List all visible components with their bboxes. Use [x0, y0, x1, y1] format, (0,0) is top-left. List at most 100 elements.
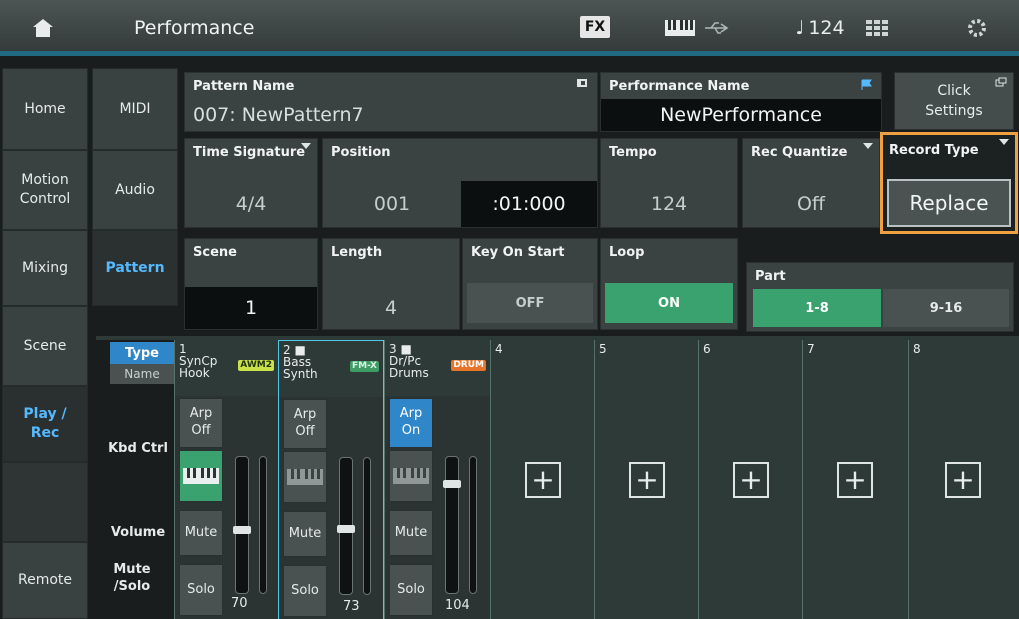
plus-icon: +: [635, 463, 659, 496]
subnav-midi[interactable]: MIDI: [92, 68, 178, 150]
position-beat[interactable]: :01:000: [461, 181, 597, 227]
edit-icon: [577, 79, 587, 87]
volume-meter: [363, 457, 371, 595]
pattern-name-field[interactable]: Pattern Name 007: NewPattern7: [184, 72, 598, 132]
subnav-pattern[interactable]: Pattern: [92, 230, 178, 306]
part-tab-9-16[interactable]: 9-16: [883, 289, 1009, 327]
part-column-7: 7 +: [802, 340, 908, 619]
part-number: 6: [703, 342, 711, 356]
tempo-value: 124: [808, 17, 845, 39]
mute-solo-label: Mute /Solo: [113, 562, 151, 594]
add-part-button[interactable]: +: [945, 462, 981, 498]
plus-icon: +: [951, 463, 975, 496]
length-label: Length: [331, 245, 383, 260]
fx-button[interactable]: FX: [580, 16, 610, 38]
loop-toggle[interactable]: ON: [605, 283, 733, 323]
part-header-2[interactable]: 2 ■ Bass Synth FM-X: [279, 341, 383, 397]
nav-mixing[interactable]: Mixing: [2, 230, 88, 306]
mute-button[interactable]: Mute: [283, 511, 327, 557]
slider-thumb[interactable]: [233, 526, 251, 534]
plus-icon: +: [843, 463, 867, 496]
slider-thumb[interactable]: [443, 480, 461, 488]
home-icon[interactable]: [8, 0, 78, 56]
subnav-audio[interactable]: Audio: [92, 150, 178, 230]
add-part-button[interactable]: +: [525, 462, 561, 498]
part-selector: Part 1-8 9-16: [746, 262, 1014, 332]
dropdown-corner-icon: [999, 139, 1009, 145]
kbd-ctrl-toggle[interactable]: [389, 450, 433, 502]
pattern-name-value: 007: NewPattern7: [193, 104, 364, 126]
performance-name-value: NewPerformance: [601, 99, 881, 131]
nav-play-rec[interactable]: Play / Rec: [2, 386, 88, 462]
solo-button[interactable]: Solo: [179, 564, 223, 616]
note-icon: ♩: [795, 17, 805, 39]
add-part-button[interactable]: +: [629, 462, 665, 498]
kbd-ctrl-toggle[interactable]: [283, 451, 327, 503]
volume-value: 70: [231, 596, 248, 611]
part-column-4: 4 +: [490, 340, 594, 619]
tempo-readout[interactable]: ♩ 124: [775, 0, 865, 56]
solo-button[interactable]: Solo: [283, 565, 327, 617]
flag-icon: [861, 79, 872, 90]
part-label: Part: [755, 269, 786, 284]
plus-icon: +: [531, 463, 555, 496]
position-field[interactable]: Position 001 :01:000: [322, 138, 598, 228]
arp-toggle[interactable]: Arp Off: [283, 399, 327, 449]
grid-icon[interactable]: [862, 0, 892, 56]
slider-thumb[interactable]: [337, 525, 355, 533]
tempo-field[interactable]: Tempo 124: [600, 138, 738, 228]
performance-name-field[interactable]: Performance Name NewPerformance: [600, 72, 882, 132]
kbd-ctrl-label: Kbd Ctrl: [108, 441, 168, 456]
performance-name-label: Performance Name: [609, 79, 750, 94]
scene-field[interactable]: Scene 1: [184, 238, 318, 330]
name-option[interactable]: Name: [110, 364, 174, 384]
key-on-start-toggle[interactable]: OFF: [467, 283, 593, 323]
tempo-label: Tempo: [609, 145, 657, 160]
rec-quantize-field[interactable]: Rec Quantize Off: [742, 138, 880, 228]
solo-button[interactable]: Solo: [389, 564, 433, 616]
part-name: Bass Synth: [283, 355, 318, 381]
nav-motion-control[interactable]: Motion Control: [2, 150, 88, 230]
part-number: 5: [599, 342, 607, 356]
volume-slider[interactable]: [233, 456, 251, 594]
loop-field[interactable]: Loop ON: [600, 238, 738, 330]
top-bar: Performance FX ♩ 124: [0, 0, 1019, 56]
part-tab-1-8[interactable]: 1-8: [753, 289, 881, 327]
kbd-ctrl-toggle[interactable]: [179, 450, 223, 502]
add-part-button[interactable]: +: [837, 462, 873, 498]
part-column-5: 5 +: [594, 340, 698, 619]
length-field[interactable]: Length 4: [322, 238, 460, 330]
volume-meter: [469, 456, 477, 594]
volume-slider[interactable]: [337, 457, 355, 595]
part-header-1[interactable]: 1 SynCp Hook AWM2: [175, 340, 278, 396]
add-part-button[interactable]: +: [733, 462, 769, 498]
part-column-1: 1 SynCp Hook AWM2 Arp Off Mute Solo 70: [174, 340, 278, 619]
usb-icon: [700, 0, 734, 56]
part-column-8: 8 +: [908, 340, 1019, 619]
click-settings-label: Click Settings: [925, 82, 983, 119]
length-value: 4: [384, 297, 398, 319]
gear-icon[interactable]: [962, 0, 992, 56]
key-on-start-field[interactable]: Key On Start OFF: [462, 238, 598, 330]
arp-toggle[interactable]: Arp On: [389, 398, 433, 448]
mute-button[interactable]: Mute: [179, 510, 223, 556]
time-signature-label: Time Signature: [193, 145, 306, 160]
nav-home[interactable]: Home: [2, 68, 88, 150]
volume-slider[interactable]: [443, 456, 461, 594]
record-type-value: Replace: [887, 179, 1011, 227]
nav-remote[interactable]: Remote: [2, 542, 88, 619]
arp-toggle[interactable]: Arp Off: [179, 398, 223, 448]
mute-button[interactable]: Mute: [389, 510, 433, 556]
record-type-label: Record Type: [889, 143, 979, 158]
time-signature-field[interactable]: Time Signature 4/4: [184, 138, 318, 228]
type-name-toggle[interactable]: Type Name: [110, 342, 174, 386]
rec-quantize-label: Rec Quantize: [751, 145, 848, 160]
position-measure[interactable]: 001: [323, 181, 461, 227]
part-name: Dr/Pc Drums: [389, 354, 429, 380]
part-column-2: 2 ■ Bass Synth FM-X Arp Off Mute Solo 73: [278, 340, 384, 619]
type-option[interactable]: Type: [110, 342, 174, 364]
part-header-3[interactable]: 3 ■ Dr/Pc Drums DRUM: [385, 340, 490, 396]
record-type-field[interactable]: Record Type Replace: [880, 132, 1018, 234]
nav-scene[interactable]: Scene: [2, 306, 88, 386]
click-settings-button[interactable]: Click Settings: [894, 72, 1014, 130]
